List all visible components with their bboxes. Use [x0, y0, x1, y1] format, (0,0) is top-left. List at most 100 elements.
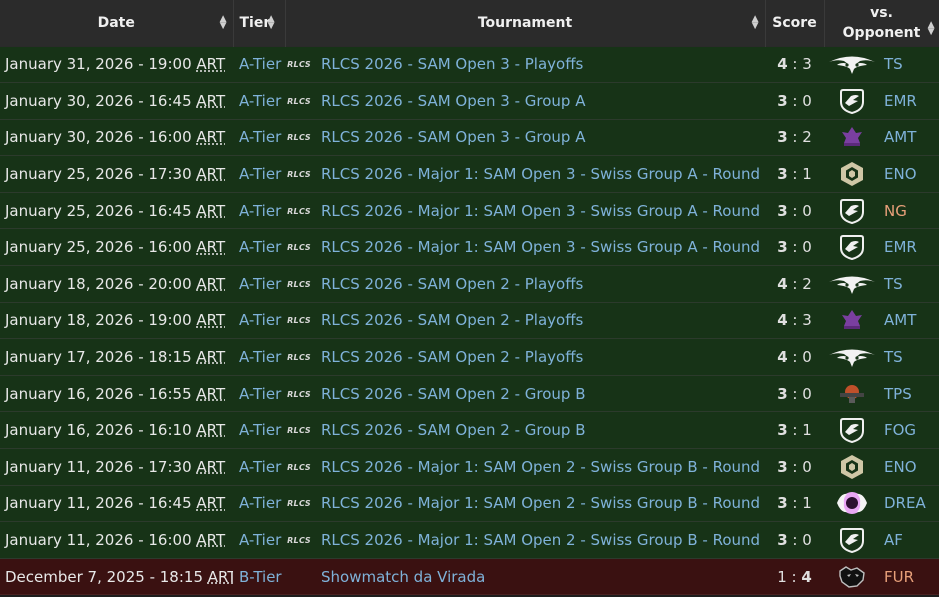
tier-link[interactable]: A-Tier: [239, 275, 281, 293]
column-header-opponent[interactable]: vs. Opponent ▲ ▼: [824, 0, 939, 46]
timezone-abbr[interactable]: ART: [196, 128, 225, 146]
timezone-abbr[interactable]: ART: [196, 385, 225, 403]
opponent-link[interactable]: ENO: [884, 458, 917, 476]
tournament-link[interactable]: RLCS 2026 - SAM Open 3 - Group A: [321, 128, 585, 146]
timezone-abbr[interactable]: ART: [196, 494, 225, 512]
opponent-link[interactable]: TS: [884, 348, 903, 366]
rocket-league-icon[interactable]: [826, 86, 878, 116]
timezone-abbr[interactable]: ART: [196, 202, 225, 220]
opponent-link[interactable]: DREA: [884, 494, 926, 512]
timezone-abbr[interactable]: ART: [196, 348, 225, 366]
score-opponent: 0: [802, 201, 812, 220]
date-text: January 11, 2026 - 16:00: [5, 531, 192, 550]
rocket-league-icon[interactable]: [826, 196, 878, 226]
tournament-link[interactable]: RLCS 2026 - Major 1: SAM Open 2 - Swiss …: [321, 494, 765, 512]
tournament-link[interactable]: RLCS 2026 - SAM Open 3 - Group A: [321, 92, 585, 110]
opponent-link[interactable]: NG: [884, 202, 907, 220]
eno-logo-icon[interactable]: [826, 159, 878, 189]
tournament-link[interactable]: RLCS 2026 - Major 1: SAM Open 2 - Swiss …: [321, 458, 765, 476]
match-tournament: RLCS RLCS 2026 - SAM Open 3 - Playoffs: [285, 46, 765, 84]
match-tier: A-Tier: [233, 192, 285, 230]
rocket-league-icon[interactable]: [826, 525, 878, 555]
timezone-abbr[interactable]: ART: [196, 311, 225, 329]
tier-link[interactable]: A-Tier: [239, 165, 281, 183]
tier-link[interactable]: A-Tier: [239, 458, 281, 476]
eno-logo-icon[interactable]: [826, 452, 878, 482]
tournament-link[interactable]: RLCS 2026 - SAM Open 2 - Playoffs: [321, 311, 583, 329]
tournament-link[interactable]: Showmatch da Virada: [321, 568, 485, 586]
opponent-link[interactable]: AMT: [884, 128, 916, 146]
amethyst-logo-icon[interactable]: [826, 305, 878, 335]
score-own: 3: [777, 384, 788, 403]
tournament-link[interactable]: RLCS 2026 - SAM Open 2 - Playoffs: [321, 275, 583, 293]
column-header-date[interactable]: Date ▲ ▼: [0, 0, 234, 46]
dream-logo-icon[interactable]: [826, 488, 878, 518]
opponent-link[interactable]: EMR: [884, 92, 917, 110]
opponent-link[interactable]: FOG: [884, 421, 916, 439]
date-text: January 11, 2026 - 17:30: [5, 457, 192, 476]
tournament-link[interactable]: RLCS 2026 - Major 1: SAM Open 2 - Swiss …: [321, 531, 765, 549]
tournament-link[interactable]: RLCS 2026 - Major 1: SAM Open 3 - Swiss …: [321, 238, 765, 256]
match-score: 3 : 0: [765, 228, 824, 267]
timezone-abbr[interactable]: ART: [196, 165, 225, 183]
timezone-abbr[interactable]: ART: [208, 568, 233, 586]
sort-icon[interactable]: ▲ ▼: [220, 14, 227, 30]
tier-link[interactable]: A-Tier: [239, 421, 281, 439]
rocket-league-icon[interactable]: [826, 232, 878, 262]
sort-icon[interactable]: ▲ ▼: [268, 14, 275, 30]
opponent-link[interactable]: TS: [884, 55, 903, 73]
match-score: 3 : 0: [765, 521, 824, 559]
ts-logo-icon[interactable]: [826, 342, 878, 372]
opponent-link[interactable]: TS: [884, 275, 903, 293]
tier-link[interactable]: A-Tier: [239, 238, 281, 256]
match-opponent: AF: [824, 521, 939, 559]
furia-logo-icon[interactable]: [826, 562, 878, 592]
tier-link[interactable]: A-Tier: [239, 311, 281, 329]
column-header-score[interactable]: Score: [765, 0, 825, 46]
opponent-link[interactable]: FUR: [884, 568, 914, 586]
amethyst-logo-icon[interactable]: [826, 122, 878, 152]
sort-icon[interactable]: ▲ ▼: [752, 14, 759, 30]
column-header-label: Score: [772, 14, 817, 31]
timezone-abbr[interactable]: ART: [196, 458, 225, 476]
score-opponent: 1: [802, 421, 812, 440]
ts-logo-icon[interactable]: [826, 269, 878, 299]
match-tournament: RLCS RLCS 2026 - Major 1: SAM Open 3 - Sw…: [285, 192, 765, 230]
tournament-link[interactable]: RLCS 2026 - SAM Open 2 - Group B: [321, 385, 586, 403]
ts-logo-icon[interactable]: [826, 49, 878, 79]
tournament-link[interactable]: RLCS 2026 - Major 1: SAM Open 3 - Swiss …: [321, 202, 765, 220]
tier-link[interactable]: A-Tier: [239, 531, 281, 549]
timezone-abbr[interactable]: ART: [196, 238, 225, 256]
match-opponent: TS: [824, 338, 939, 376]
tps-logo-icon[interactable]: [826, 379, 878, 409]
timezone-abbr[interactable]: ART: [196, 275, 225, 293]
column-header-tier[interactable]: Tier ▲ ▼: [233, 0, 286, 46]
opponent-link[interactable]: TPS: [884, 385, 912, 403]
score-own: 3: [777, 531, 788, 550]
tier-link[interactable]: A-Tier: [239, 92, 281, 110]
column-header-tournament[interactable]: Tournament ▲ ▼: [285, 0, 766, 46]
tier-link[interactable]: A-Tier: [239, 348, 281, 366]
tier-link[interactable]: A-Tier: [239, 202, 281, 220]
tier-link[interactable]: A-Tier: [239, 55, 281, 73]
column-header-label: Tier: [239, 14, 271, 31]
timezone-abbr[interactable]: ART: [196, 55, 225, 73]
tournament-link[interactable]: RLCS 2026 - Major 1: SAM Open 3 - Swiss …: [321, 165, 765, 183]
timezone-abbr[interactable]: ART: [196, 92, 225, 110]
tier-link[interactable]: A-Tier: [239, 128, 281, 146]
tournament-link[interactable]: RLCS 2026 - SAM Open 3 - Playoffs: [321, 55, 583, 73]
tier-link[interactable]: A-Tier: [239, 385, 281, 403]
opponent-link[interactable]: AMT: [884, 311, 916, 329]
timezone-abbr[interactable]: ART: [196, 531, 225, 549]
match-score: 3 : 0: [765, 448, 824, 486]
opponent-link[interactable]: EMR: [884, 238, 917, 256]
sort-icon[interactable]: ▲ ▼: [928, 21, 935, 37]
opponent-link[interactable]: ENO: [884, 165, 917, 183]
tier-link[interactable]: A-Tier: [239, 494, 281, 512]
tournament-link[interactable]: RLCS 2026 - SAM Open 2 - Playoffs: [321, 348, 583, 366]
rocket-league-icon[interactable]: [826, 415, 878, 445]
timezone-abbr[interactable]: ART: [196, 421, 225, 439]
tournament-link[interactable]: RLCS 2026 - SAM Open 2 - Group B: [321, 421, 586, 439]
tier-link[interactable]: B-Tier: [239, 568, 282, 586]
opponent-link[interactable]: AF: [884, 531, 903, 549]
